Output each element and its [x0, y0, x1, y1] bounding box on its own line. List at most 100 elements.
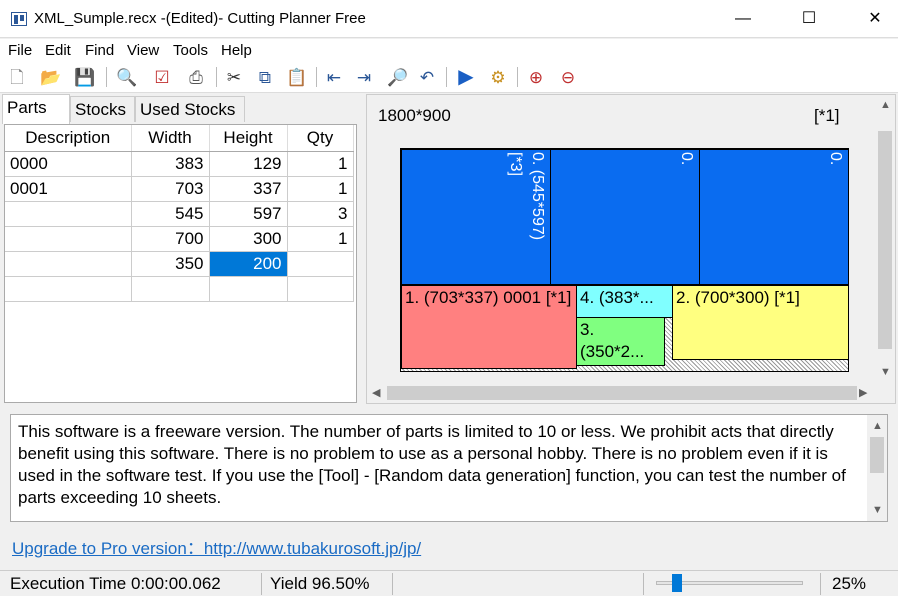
close-button[interactable]: ✕: [852, 0, 898, 38]
cell-qty[interactable]: 1: [287, 151, 354, 177]
part-label: 1. (703*337) 0001 [*1]: [405, 288, 572, 307]
part-4[interactable]: 4. (383*...: [576, 285, 673, 318]
maximize-button[interactable]: ☐: [786, 0, 832, 38]
part-3[interactable]: 3. (350*2...: [576, 317, 665, 366]
zoom-out-icon[interactable]: ⊖: [556, 65, 580, 89]
info-message-box[interactable]: This software is a freeware version. The…: [10, 414, 888, 522]
cell-qty[interactable]: 3: [287, 201, 354, 227]
part-1[interactable]: 1. (703*337) 0001 [*1]: [401, 285, 577, 369]
preview-horizontal-scrollbar[interactable]: ◀ ▶: [367, 383, 875, 403]
menu-bar: File Edit Find View Tools Help: [0, 39, 898, 61]
cell-description[interactable]: 0001: [5, 176, 132, 202]
table-row: 545 597 3: [5, 201, 354, 227]
toolbar-separator: [316, 67, 317, 87]
stock-size-label: 1800*900: [378, 106, 451, 125]
part-0-a[interactable]: 0. (545*597) [*3]: [401, 149, 551, 285]
menu-file[interactable]: File: [8, 42, 32, 59]
menu-tools[interactable]: Tools: [173, 42, 208, 59]
cell-qty[interactable]: [287, 276, 354, 302]
menu-view[interactable]: View: [127, 42, 159, 59]
settings-icon[interactable]: ⚙: [486, 65, 510, 89]
column-header-description[interactable]: Description: [5, 125, 132, 152]
run-icon[interactable]: ▶: [454, 65, 478, 89]
part-label: 0.: [827, 152, 844, 166]
zoom-slider-thumb[interactable]: [672, 574, 682, 592]
report-icon[interactable]: ☑: [150, 65, 174, 89]
stock-count-label: [*1]: [814, 106, 840, 125]
menu-find[interactable]: Find: [85, 42, 114, 59]
part-0-b[interactable]: 0.: [550, 149, 700, 285]
new-file-icon[interactable]: 🗋: [5, 65, 29, 89]
parts-grid: Description Width Height Qty 0000 383 12…: [4, 124, 357, 403]
cell-description[interactable]: [5, 251, 132, 277]
part-label: 0.: [678, 152, 695, 166]
cell-height[interactable]: 337: [209, 176, 288, 202]
column-header-height[interactable]: Height: [209, 125, 288, 152]
part-label: 4. (383*...: [580, 288, 654, 307]
column-header-qty[interactable]: Qty: [287, 125, 354, 152]
cell-height[interactable]: [209, 276, 288, 302]
tab-stocks[interactable]: Stocks: [70, 96, 135, 122]
freeware-notice-text: This software is a freeware version. The…: [18, 422, 846, 507]
app-icon: [11, 12, 27, 26]
minimize-button[interactable]: —: [720, 0, 766, 38]
cell-description[interactable]: [5, 276, 132, 302]
part-0-c[interactable]: 0.: [699, 149, 849, 285]
scrollbar-thumb[interactable]: [870, 437, 884, 473]
undo-icon[interactable]: ↶: [415, 65, 439, 89]
part-label: 0. (545*597): [529, 152, 546, 241]
menu-help[interactable]: Help: [221, 42, 252, 59]
cell-width[interactable]: 703: [131, 176, 210, 202]
stock-sheet[interactable]: 0. (545*597) [*3] 0. 0. 1. (703*337) 000…: [400, 148, 849, 372]
tab-used-stocks[interactable]: Used Stocks: [135, 96, 245, 122]
save-icon[interactable]: 💾: [73, 65, 97, 89]
zoom-in-icon[interactable]: ⊕: [524, 65, 548, 89]
cell-width[interactable]: 545: [131, 201, 210, 227]
scroll-right-icon[interactable]: ▶: [859, 388, 867, 399]
status-separator: [820, 573, 821, 595]
paste-icon[interactable]: 📋: [285, 65, 309, 89]
print-icon[interactable]: ⎙: [184, 65, 208, 89]
scrollbar-thumb[interactable]: [387, 386, 857, 400]
scroll-down-icon[interactable]: ▼: [880, 367, 891, 378]
cut-icon[interactable]: ✂: [222, 65, 246, 89]
selected-cell-height[interactable]: 200: [209, 251, 288, 277]
cell-description[interactable]: [5, 201, 132, 227]
scrollbar-thumb[interactable]: [878, 131, 892, 349]
cell-width[interactable]: 700: [131, 226, 210, 252]
scroll-left-icon[interactable]: ◀: [372, 388, 380, 399]
menu-edit[interactable]: Edit: [45, 42, 71, 59]
cell-width[interactable]: 350: [131, 251, 210, 277]
status-separator: [261, 573, 262, 595]
tab-parts[interactable]: Parts: [2, 94, 70, 124]
cell-description[interactable]: [5, 226, 132, 252]
cell-width[interactable]: [131, 276, 210, 302]
scroll-up-icon[interactable]: ▲: [872, 421, 883, 432]
window-title: XML_Sumple.recx -(Edited)- Cutting Plann…: [34, 10, 366, 27]
preview-vertical-scrollbar[interactable]: ▲ ▼: [875, 95, 895, 383]
copy-icon[interactable]: ⧉: [253, 65, 277, 89]
print-preview-icon[interactable]: 🔍: [115, 65, 139, 89]
cell-height[interactable]: 597: [209, 201, 288, 227]
part-label: 3. (350*2...: [580, 320, 645, 361]
part-2[interactable]: 2. (700*300) [*1]: [672, 285, 849, 360]
delete-row-icon[interactable]: ⇥: [352, 65, 376, 89]
scroll-down-icon[interactable]: ▼: [872, 505, 883, 516]
cell-width[interactable]: 383: [131, 151, 210, 177]
open-folder-icon[interactable]: 📂: [39, 65, 63, 89]
cell-qty[interactable]: 1: [287, 226, 354, 252]
cell-height[interactable]: 300: [209, 226, 288, 252]
cell-qty[interactable]: [287, 251, 354, 277]
toolbar-separator: [216, 67, 217, 87]
insert-row-icon[interactable]: ⇤: [322, 65, 346, 89]
column-header-width[interactable]: Width: [131, 125, 210, 152]
cell-height[interactable]: 129: [209, 151, 288, 177]
upgrade-link[interactable]: Upgrade to Pro version：http://www.tubaku…: [12, 534, 421, 559]
message-scrollbar[interactable]: ▲ ▼: [867, 415, 887, 521]
cell-qty[interactable]: 1: [287, 176, 354, 202]
find-icon[interactable]: 🔎: [386, 65, 410, 89]
cell-description[interactable]: 0000: [5, 151, 132, 177]
toolbar-separator: [517, 67, 518, 87]
scroll-up-icon[interactable]: ▲: [880, 100, 891, 111]
part-count-label: [*3]: [507, 152, 524, 177]
